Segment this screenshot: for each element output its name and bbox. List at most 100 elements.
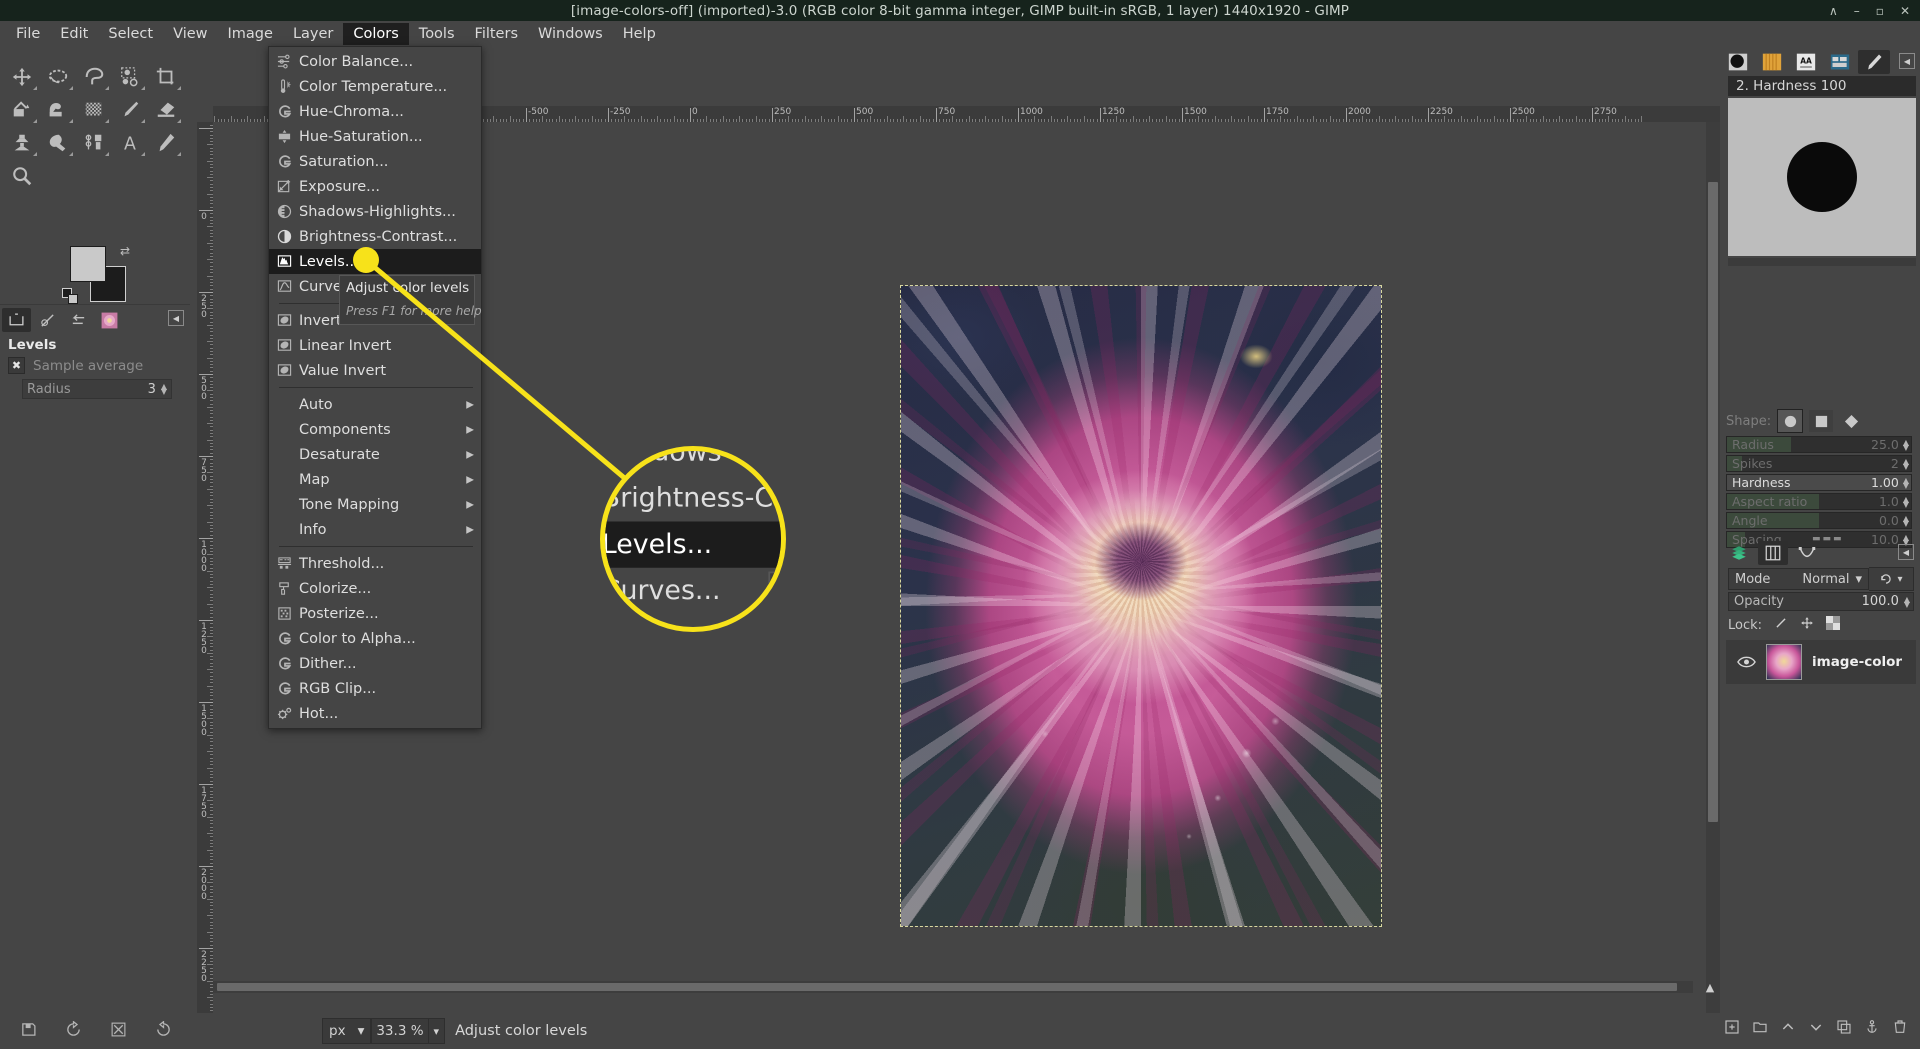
fuzzy-select-tool[interactable] xyxy=(76,60,112,93)
brush-angle-slider[interactable]: Angle 0.0 ▲ ▼ xyxy=(1726,512,1912,529)
menu-item-auto[interactable]: Auto ▶ xyxy=(269,392,481,417)
duplicate-layer-icon[interactable] xyxy=(1836,1019,1852,1039)
brush-spacing-stepper[interactable]: ▲ ▼ xyxy=(1903,533,1909,546)
crop-tool[interactable] xyxy=(148,60,184,93)
vertical-ruler[interactable]: 02505007501000125015001750200022502500 xyxy=(197,122,214,1047)
menu-item-hot[interactable]: Hot... xyxy=(269,701,481,726)
menu-item-shadows-highlights[interactable]: Shadows-Highlights... xyxy=(269,199,481,224)
navigation-preview-button[interactable]: ▲ xyxy=(1702,979,1718,995)
layer-opacity-stepper[interactable]: ▲ ▼ xyxy=(1904,595,1910,608)
free-select-tool[interactable] xyxy=(40,60,76,93)
reset-tool-options-icon[interactable] xyxy=(155,1019,172,1042)
tab-channels[interactable] xyxy=(1758,541,1788,565)
radius-slider[interactable]: Radius 3 ▲ ▼ xyxy=(22,379,172,399)
brush-hardness-slider[interactable]: Hardness 1.00 ▲ ▼ xyxy=(1726,474,1912,491)
new-layer-icon[interactable] xyxy=(1724,1019,1740,1039)
layer-visibility-icon[interactable] xyxy=(1726,655,1766,669)
menu-item-color-to-alpha[interactable]: Color to Alpha... xyxy=(269,626,481,651)
reset-colors-icon[interactable] xyxy=(62,288,78,304)
menu-file[interactable]: File xyxy=(6,23,50,45)
menu-windows[interactable]: Windows xyxy=(528,23,613,45)
tab-device-status[interactable] xyxy=(33,308,62,332)
brush-aspect-ratio-stepper[interactable]: ▲ ▼ xyxy=(1903,495,1909,508)
maximize-button[interactable]: ▫ xyxy=(1876,5,1884,17)
menu-view[interactable]: View xyxy=(163,23,217,45)
menu-layer[interactable]: Layer xyxy=(283,23,343,45)
shape-diamond-button[interactable] xyxy=(1839,410,1863,432)
save-tool-preset-icon[interactable] xyxy=(20,1021,37,1042)
delete-tool-preset-icon[interactable] xyxy=(110,1021,127,1042)
brush-dock-menu-icon[interactable]: ◀ xyxy=(1899,53,1915,69)
zoom-value[interactable]: 33.3 % xyxy=(371,1018,429,1044)
new-layer-group-icon[interactable] xyxy=(1752,1019,1768,1039)
minimize-button[interactable]: – xyxy=(1854,5,1860,17)
lock-pixels-icon[interactable] xyxy=(1774,616,1788,634)
foreground-color-swatch[interactable] xyxy=(70,246,106,282)
selected-brush-name[interactable]: 2. Hardness 100 xyxy=(1728,76,1916,96)
menu-item-linear-invert[interactable]: Linear Invert xyxy=(269,333,481,358)
foreground-background-colors[interactable]: ⇄ xyxy=(62,244,132,304)
bucket-fill-tool[interactable] xyxy=(4,93,40,126)
lock-position-icon[interactable] xyxy=(1800,616,1814,634)
layer-name[interactable]: image-color xyxy=(1812,654,1902,670)
menu-item-threshold[interactable]: Threshold... xyxy=(269,551,481,576)
menu-item-rgb-clip[interactable]: RGB Clip... xyxy=(269,676,481,701)
brush-spikes-stepper[interactable]: ▲ ▼ xyxy=(1903,457,1909,470)
menu-item-tone-mapping[interactable]: Tone Mapping ▶ xyxy=(269,492,481,517)
gradient-tool[interactable] xyxy=(40,93,76,126)
tab-undo-history[interactable] xyxy=(64,308,93,332)
menu-item-components[interactable]: Components ▶ xyxy=(269,417,481,442)
layer-opacity-slider[interactable]: Opacity 100.0 ▲ ▼ xyxy=(1728,592,1914,611)
lower-layer-icon[interactable] xyxy=(1808,1019,1824,1039)
lock-alpha-icon[interactable] xyxy=(1826,616,1841,634)
menu-item-brightness-contrast[interactable]: Brightness-Contrast... xyxy=(269,224,481,249)
raise-layer-icon[interactable] xyxy=(1780,1019,1796,1039)
sample-average-checkbox[interactable]: ✖ xyxy=(8,357,25,374)
flower-image[interactable] xyxy=(900,285,1382,927)
brush-angle-stepper[interactable]: ▲ ▼ xyxy=(1903,514,1909,527)
move-tool[interactable] xyxy=(4,60,40,93)
brush-preview[interactable] xyxy=(1728,98,1916,256)
zoom-tool[interactable] xyxy=(4,159,40,192)
layer-mode-select[interactable]: Mode Normal ▾ xyxy=(1728,568,1869,590)
menu-filters[interactable]: Filters xyxy=(465,23,528,45)
vertical-scrollbar[interactable] xyxy=(1706,122,1720,1047)
brush-hardness-stepper[interactable]: ▲ ▼ xyxy=(1903,476,1909,489)
swap-colors-icon[interactable]: ⇄ xyxy=(120,244,130,258)
brush-list-scrollbar[interactable] xyxy=(1728,258,1916,266)
menu-item-levels[interactable]: Levels... xyxy=(269,249,481,274)
menu-item-color-balance[interactable]: Color Balance... xyxy=(269,49,481,74)
pattern-tool[interactable] xyxy=(76,93,112,126)
menu-item-exposure[interactable]: Exposure... xyxy=(269,174,481,199)
menu-item-map[interactable]: Map ▶ xyxy=(269,467,481,492)
eraser-tool[interactable] xyxy=(148,93,184,126)
vertical-scrollbar-thumb[interactable] xyxy=(1708,182,1718,822)
horizontal-scrollbar-thumb[interactable] xyxy=(217,983,1677,991)
menu-item-colorize[interactable]: Colorize... xyxy=(269,576,481,601)
menu-item-saturation[interactable]: Saturation... xyxy=(269,149,481,174)
menu-item-color-temperature[interactable]: Color Temperature... xyxy=(269,74,481,99)
menu-item-hue-chroma[interactable]: Hue-Chroma... xyxy=(269,99,481,124)
horizontal-scrollbar[interactable] xyxy=(213,981,1693,993)
clone-tool[interactable] xyxy=(4,126,40,159)
delete-layer-icon[interactable] xyxy=(1892,1019,1908,1039)
menu-edit[interactable]: Edit xyxy=(50,23,98,45)
brush-aspect-ratio-slider[interactable]: Aspect ratio 1.0 ▲ ▼ xyxy=(1726,493,1912,510)
tab-patterns[interactable] xyxy=(1756,50,1788,74)
sample-average-row[interactable]: ✖ Sample average xyxy=(8,357,143,374)
menu-item-dither[interactable]: Dither... xyxy=(269,651,481,676)
tab-document-history[interactable] xyxy=(1824,50,1856,74)
layer-blend-space-button[interactable]: ▾ xyxy=(1869,567,1914,591)
measure-tool[interactable] xyxy=(148,126,184,159)
shape-circle-button[interactable] xyxy=(1777,409,1804,433)
menu-select[interactable]: Select xyxy=(98,23,163,45)
tab-fonts[interactable]: AA xyxy=(1790,50,1822,74)
unit-selector[interactable]: px ▾ xyxy=(322,1018,372,1044)
paintbrush-tool[interactable] xyxy=(112,93,148,126)
menu-item-desaturate[interactable]: Desaturate ▶ xyxy=(269,442,481,467)
menu-colors[interactable]: Colors xyxy=(343,22,409,45)
select-by-color-tool[interactable] xyxy=(112,60,148,93)
tab-tool-options[interactable] xyxy=(2,308,31,332)
shade-button[interactable]: ∧ xyxy=(1829,5,1838,17)
tab-paths[interactable] xyxy=(1792,541,1822,565)
